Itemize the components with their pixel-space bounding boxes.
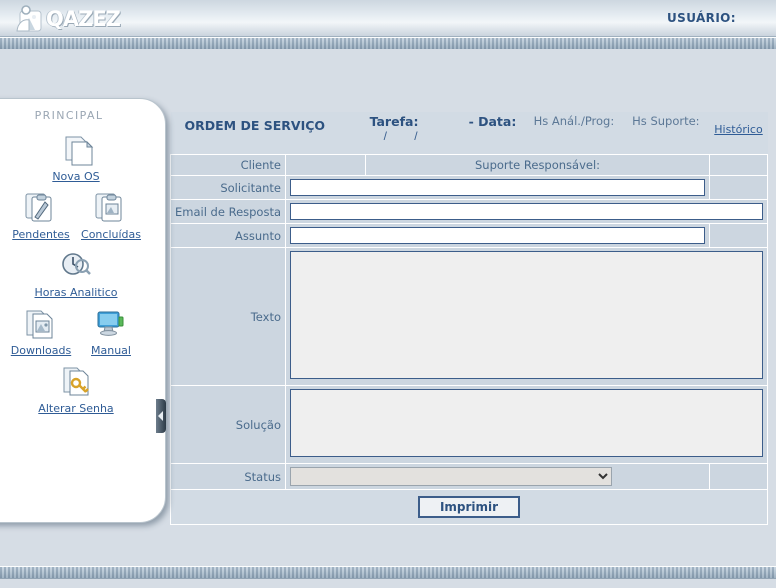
sidebar-title: PRINCIPAL: [34, 109, 104, 122]
status-label: Status: [169, 463, 287, 490]
sidebar-row-3: Horas Analitico: [1, 245, 151, 299]
sidebar-item-label: Concluídas: [81, 228, 141, 241]
subject-spacer: [708, 223, 769, 248]
solution-textarea[interactable]: [290, 389, 763, 457]
collapse-arrow-icon[interactable]: [156, 399, 166, 433]
sidebar-item-horas-analitico[interactable]: Horas Analitico: [1, 245, 151, 299]
pending-clipboard-icon: [7, 187, 75, 227]
requester-spacer: [708, 175, 769, 200]
form-header-row: ORDEM DE SERVIÇO Tarefa: / / - Data: Hs …: [170, 112, 768, 155]
sidebar-item-concluidas[interactable]: Concluídas: [76, 187, 146, 241]
sidebar-item-alterar-senha[interactable]: Alterar Senha: [1, 361, 151, 415]
new-document-icon: [2, 129, 150, 169]
sidebar-row-1: Nova OS: [1, 129, 151, 183]
sidebar-row-5: Alterar Senha: [1, 361, 151, 415]
text-label: Texto: [169, 247, 287, 386]
text-field-cell: [285, 247, 768, 386]
print-button[interactable]: Imprimir: [417, 496, 521, 518]
status-select[interactable]: [290, 467, 613, 486]
hours-support-cell: Hs Suporte:: [628, 112, 710, 155]
reply-email-field-cell: [285, 199, 768, 224]
sidebar-item-pendentes[interactable]: Pendentes: [6, 187, 76, 241]
hours-analysis-cell: Hs Anál./Prog:: [529, 112, 629, 155]
requester-row: Solicitante: [169, 175, 769, 200]
hours-support-label: Hs Suporte:: [632, 114, 700, 128]
sidebar-item-label: Nova OS: [52, 170, 100, 183]
sidebar-item-nova-os[interactable]: Nova OS: [1, 129, 151, 183]
task-label: Tarefa:: [369, 114, 419, 129]
text-row: Texto: [169, 247, 768, 386]
reply-email-input[interactable]: [290, 203, 763, 220]
support-responsible-value: [708, 154, 769, 176]
date-cell: - Data:: [464, 112, 530, 155]
sidebar-item-label: Manual: [91, 344, 131, 357]
client-label: Cliente: [169, 154, 287, 176]
client-row: Cliente Suporte Responsável:: [169, 154, 769, 176]
solution-row: Solução: [169, 385, 768, 464]
solution-label: Solução: [169, 385, 287, 464]
requester-input[interactable]: [290, 179, 705, 196]
history-cell: Histórico: [709, 112, 768, 155]
hours-analysis-label: Hs Anál./Prog:: [533, 114, 615, 128]
download-documents-icon: [7, 303, 75, 343]
status-row: Status: [169, 463, 769, 490]
form-title-cell: ORDEM DE SERVIÇO: [170, 112, 366, 155]
client-value: [285, 154, 367, 176]
sidebar-item-label: Pendentes: [12, 228, 70, 241]
service-order-form: ORDEM DE SERVIÇO Tarefa: / / - Data: Hs …: [169, 112, 769, 525]
sidebar-item-downloads[interactable]: Downloads: [6, 303, 76, 357]
page-title: ORDEM DE SERVIÇO: [184, 118, 326, 133]
people-photo-icon: [14, 5, 44, 33]
computer-monitor-icon: [77, 303, 145, 343]
reply-email-row: Email de Resposta: [169, 199, 768, 224]
support-responsible-label: Suporte Responsável:: [365, 154, 710, 176]
sidebar-item-label: Horas Analitico: [34, 286, 118, 299]
actions-row: Imprimir: [170, 489, 768, 525]
subject-field-cell: [285, 223, 710, 248]
sidebar-item-label: Alterar Senha: [38, 402, 114, 415]
logo-text: QAZEZ: [46, 7, 121, 31]
date-label: - Data:: [468, 114, 517, 129]
footer-divider-strip: [0, 566, 776, 579]
status-field-cell: [285, 463, 710, 490]
subject-label: Assunto: [169, 223, 287, 248]
app-logo[interactable]: QAZEZ: [14, 3, 134, 35]
sidebar-row-2: Pendentes Concluídas: [1, 187, 151, 241]
solution-field-cell: [285, 385, 768, 464]
key-document-icon: [2, 361, 150, 401]
task-date-slashes: / /: [383, 129, 430, 143]
app-window: QAZEZ USUÁRIO: PRINCIPAL Nova OS Pendent…: [0, 0, 776, 588]
user-label: USUÁRIO:: [667, 11, 736, 25]
requester-field-cell: [285, 175, 710, 200]
subject-input[interactable]: [290, 227, 705, 244]
text-textarea[interactable]: [290, 251, 763, 379]
requester-label: Solicitante: [169, 175, 287, 200]
sidebar-panel: PRINCIPAL Nova OS Pendentes Concluídas H…: [0, 98, 166, 523]
completed-clipboard-icon: [77, 187, 145, 227]
actions-cell: Imprimir: [170, 489, 768, 525]
status-spacer: [708, 463, 769, 490]
historico-link[interactable]: Histórico: [714, 123, 762, 136]
subject-row: Assunto: [169, 223, 769, 248]
top-banner: QAZEZ USUÁRIO:: [0, 0, 776, 37]
clock-search-icon: [2, 245, 150, 285]
reply-email-label: Email de Resposta: [169, 199, 287, 224]
sidebar-menu: Nova OS Pendentes Concluídas Horas Anali…: [1, 129, 151, 419]
sidebar-item-label: Downloads: [10, 344, 72, 357]
sidebar-row-4: Downloads Manual: [1, 303, 151, 357]
task-cell: Tarefa: / /: [365, 112, 465, 155]
sidebar-item-manual[interactable]: Manual: [76, 303, 146, 357]
